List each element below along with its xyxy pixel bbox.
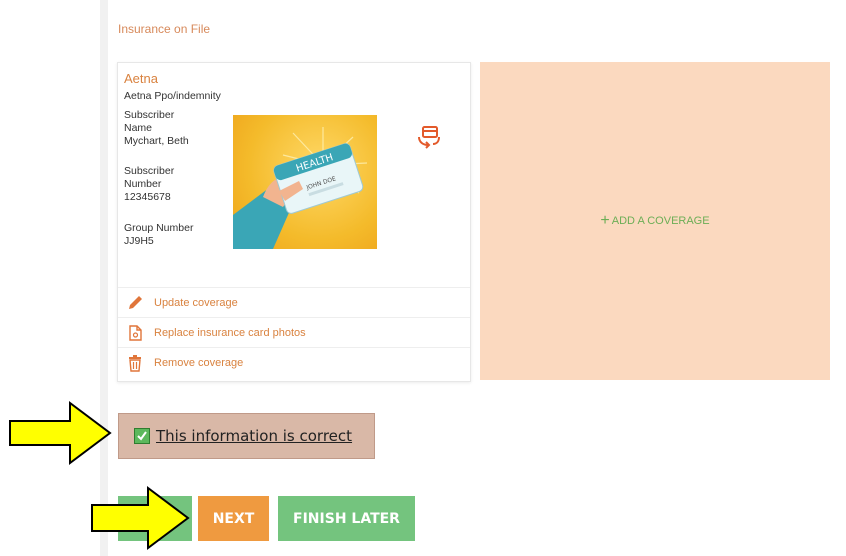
- checkmark-icon: [137, 431, 147, 441]
- plus-icon: +: [600, 212, 610, 229]
- plan-name: Aetna Ppo/indemnity: [124, 90, 221, 102]
- replace-card-photos-label: Replace insurance card photos: [154, 327, 306, 339]
- subscriber-number-label: Subscriber: [124, 165, 175, 177]
- section-title: Insurance on File: [118, 22, 211, 36]
- subscriber-name-label-2: Name: [124, 122, 153, 134]
- add-coverage-label: ADD A COVERAGE: [611, 215, 710, 227]
- card-illustration: HEALTH JOHN DOE: [233, 127, 368, 249]
- group-number-field: Group Number JJ9H5: [124, 222, 219, 248]
- update-coverage-label: Update coverage: [154, 297, 238, 309]
- group-number-value: JJ9H5: [124, 235, 154, 247]
- pencil-icon: [129, 296, 142, 309]
- replace-card-photos-link[interactable]: Replace insurance card photos: [118, 317, 470, 348]
- confirm-checkbox[interactable]: [134, 428, 150, 444]
- subscriber-name-label: Subscriber: [124, 109, 175, 121]
- left-strip: [100, 0, 108, 556]
- subscriber-number-field: Subscriber Number 12345678: [124, 165, 219, 204]
- swap-card-icon[interactable]: [416, 123, 442, 149]
- subscriber-name-field: Subscriber Name Mychart, Beth: [124, 109, 219, 148]
- next-button[interactable]: NEXT: [198, 496, 269, 541]
- coverage-card: Aetna Aetna Ppo/indemnity Subscriber Nam…: [117, 62, 471, 382]
- remove-coverage-label: Remove coverage: [154, 357, 244, 369]
- arrow-annotation-next: [91, 486, 190, 550]
- confirm-information-checkbox-row[interactable]: This information is correct: [118, 413, 375, 459]
- insurance-card-photo[interactable]: HEALTH JOHN DOE: [233, 115, 377, 249]
- arrow-annotation-confirm: [9, 401, 112, 465]
- subscriber-number-value: 12345678: [124, 191, 171, 203]
- update-coverage-link[interactable]: Update coverage: [118, 287, 470, 318]
- trash-icon: [129, 355, 141, 372]
- group-number-label: Group Number: [124, 222, 194, 234]
- subscriber-number-label-2: Number: [124, 178, 162, 190]
- add-coverage-button[interactable]: + ADD A COVERAGE: [480, 62, 830, 380]
- insurer-name: Aetna: [124, 71, 158, 86]
- confirm-label[interactable]: This information is correct: [156, 427, 352, 445]
- finish-later-button[interactable]: FINISH LATER: [278, 496, 415, 541]
- remove-coverage-link[interactable]: Remove coverage: [118, 347, 470, 378]
- document-icon: [129, 325, 142, 341]
- subscriber-name-value: Mychart, Beth: [124, 135, 189, 147]
